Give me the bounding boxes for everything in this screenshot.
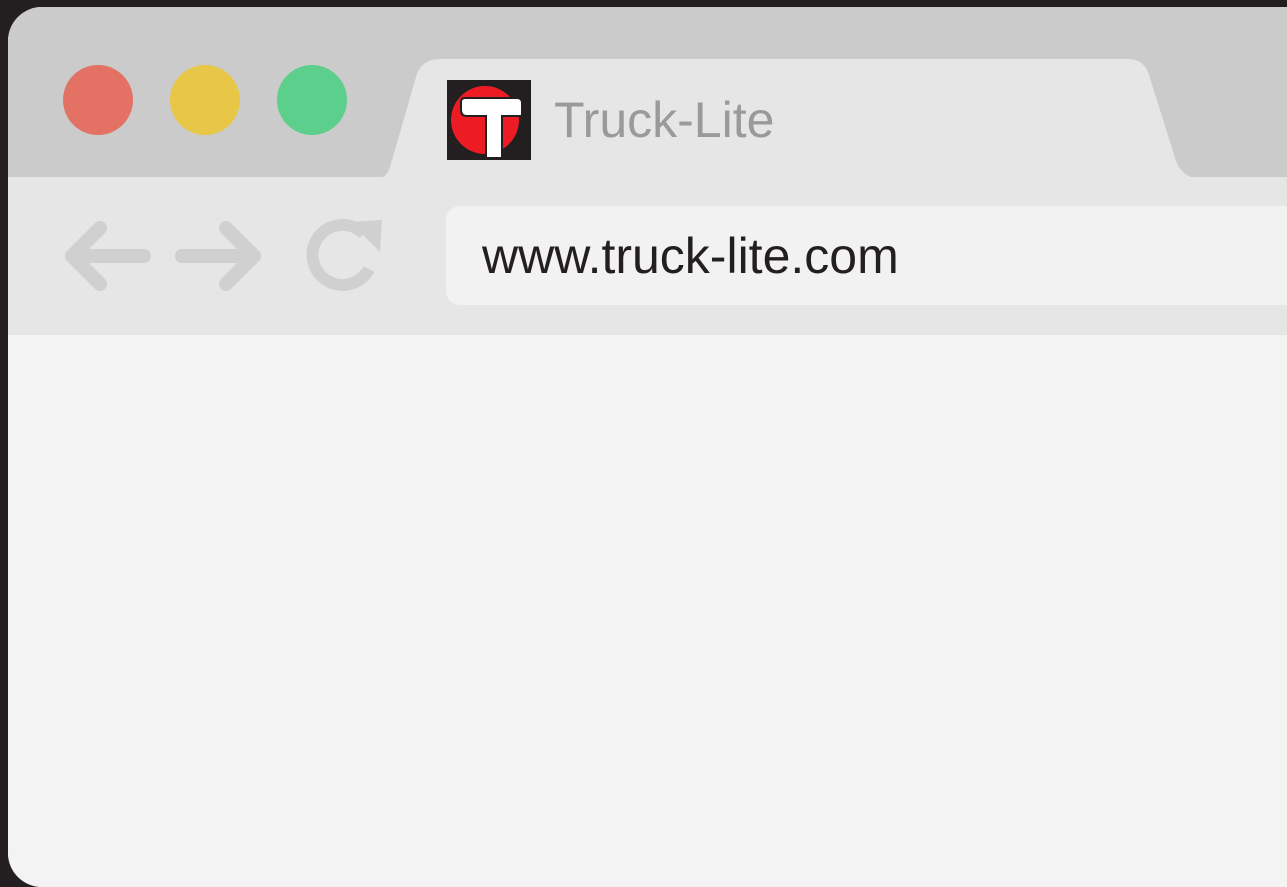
close-button[interactable] <box>63 65 133 135</box>
minimize-button[interactable] <box>170 65 240 135</box>
page-content <box>8 335 1287 887</box>
reload-button[interactable] <box>306 216 386 296</box>
browser-window: Truck-Lite www.truck-lite.com <box>8 7 1287 887</box>
maximize-button[interactable] <box>277 65 347 135</box>
reload-icon <box>306 218 382 291</box>
forward-button[interactable] <box>174 216 266 296</box>
address-bar[interactable]: www.truck-lite.com <box>446 206 1287 305</box>
tab-title: Truck-Lite <box>554 92 775 148</box>
arrow-right-icon <box>175 221 261 291</box>
url-text[interactable]: www.truck-lite.com <box>482 228 899 284</box>
arrow-left-icon <box>65 221 151 291</box>
back-button[interactable] <box>60 216 152 296</box>
truck-lite-logo-icon <box>447 80 531 160</box>
